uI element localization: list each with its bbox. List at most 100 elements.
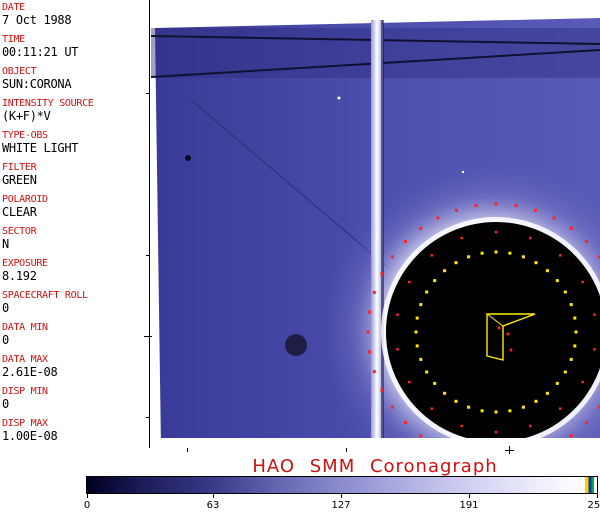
grid-marker: [529, 424, 532, 428]
grid-marker: [467, 405, 471, 409]
grid-marker: [559, 254, 562, 257]
datamin-value: 0: [2, 333, 9, 347]
grid-marker: [508, 251, 512, 255]
grid-marker: [415, 316, 419, 320]
grid-marker: [436, 216, 440, 220]
grid-marker: [430, 254, 433, 257]
grid-marker: [454, 208, 458, 212]
grid-marker: [545, 269, 549, 273]
grid-marker: [569, 434, 573, 438]
exposure-field: EXPOSURE 8.192: [2, 258, 48, 283]
colorbar[interactable]: [86, 476, 598, 494]
colorbar-tick-label: 63: [206, 500, 220, 511]
grid-marker: [480, 409, 484, 413]
time-value: 00:11:21 UT: [2, 45, 79, 59]
axis-tick: [146, 255, 150, 256]
colorbar-tick-mark: [341, 494, 342, 498]
grid-marker: [569, 357, 573, 361]
grid-marker: [460, 236, 463, 240]
grid-marker: [408, 280, 411, 284]
axis-tick: [144, 336, 152, 337]
typeobs-label: TYPE-OBS: [2, 130, 48, 141]
grid-marker: [581, 380, 584, 384]
grid-marker: [494, 230, 498, 234]
dispmax-label: DISP MAX: [2, 418, 48, 429]
grid-marker: [433, 279, 437, 283]
colorbar-end-swatch: [585, 477, 597, 493]
colorbar-tick-label: 127: [331, 500, 351, 511]
grid-marker: [419, 434, 423, 438]
dispmin-value: 0: [2, 397, 9, 411]
grid-marker: [454, 399, 458, 403]
datamin-field: DATA MIN 0: [2, 322, 48, 347]
coronagraph-image-panel[interactable]: [151, 0, 600, 448]
sector-field: SECTOR N: [2, 226, 37, 251]
datamax-field: DATA MAX 2.61E-08: [2, 354, 58, 379]
date-field: DATE 7 Oct 1988: [2, 2, 72, 27]
date-value: 7 Oct 1988: [2, 13, 72, 27]
typeobs-value: WHITE LIGHT: [2, 141, 79, 155]
grid-marker: [555, 279, 559, 283]
sector-label: SECTOR: [2, 226, 37, 237]
polaroid-value: CLEAR: [2, 205, 37, 219]
grid-marker: [443, 269, 447, 273]
colorbar-tick-mark: [469, 494, 470, 498]
grid-marker: [380, 388, 384, 392]
date-label: DATE: [2, 2, 25, 13]
grid-marker: [559, 407, 562, 410]
grid-marker: [390, 405, 394, 409]
grid-marker: [404, 240, 407, 243]
grid-marker: [414, 330, 418, 334]
grid-marker: [529, 236, 532, 240]
axis-tick: [146, 417, 150, 418]
grid-marker: [368, 310, 372, 314]
grid-marker: [443, 391, 447, 395]
grid-marker: [415, 344, 419, 348]
grid-marker: [430, 407, 433, 410]
axis-tick: [346, 448, 347, 452]
grid-marker: [380, 272, 384, 276]
grid-marker: [534, 208, 538, 212]
coronagraph-image: [151, 0, 600, 448]
grid-marker: [514, 204, 518, 208]
grid-marker: [593, 348, 596, 351]
grid-marker: [569, 303, 573, 307]
exposure-label: EXPOSURE: [2, 258, 48, 269]
exposure-value: 8.192: [2, 269, 37, 283]
grid-marker: [521, 255, 525, 259]
colorbar-tick-label: 191: [459, 500, 479, 511]
grid-marker: [419, 357, 423, 361]
metadata-sidebar: DATE 7 Oct 1988 TIME 00:11:21 UT OBJECT …: [0, 0, 150, 448]
grid-marker: [534, 399, 538, 403]
grid-marker: [425, 290, 429, 294]
time-field: TIME 00:11:21 UT: [2, 34, 78, 59]
datamax-label: DATA MAX: [2, 354, 48, 365]
grid-marker: [555, 381, 559, 385]
grid-marker: [467, 255, 471, 259]
dust-spot: [285, 334, 307, 356]
object-value: SUN:CORONA: [2, 77, 72, 91]
object-label: OBJECT: [2, 66, 37, 77]
filter-field: FILTER GREEN: [2, 162, 37, 187]
axis-tick: [505, 450, 514, 451]
grid-marker: [585, 240, 588, 243]
datamin-label: DATA MIN: [2, 322, 48, 333]
grid-marker: [404, 421, 407, 424]
datamax-value: 2.61E-08: [2, 365, 58, 379]
grid-marker: [366, 330, 370, 334]
dispmin-label: DISP MIN: [2, 386, 48, 397]
grid-marker: [368, 350, 372, 354]
filter-value: GREEN: [2, 173, 37, 187]
colorbar-tick-label: 255: [587, 500, 600, 511]
grid-marker: [419, 226, 423, 230]
grid-marker: [480, 251, 484, 255]
grid-marker: [508, 409, 512, 413]
intensity-field: INTENSITY SOURCE (K+F)*V: [2, 98, 94, 123]
colorbar-tick-label: 0: [83, 500, 91, 511]
dispmax-value: 1.00E-08: [2, 429, 58, 443]
grid-marker: [581, 280, 584, 284]
grid-marker: [396, 348, 399, 351]
grid-marker: [569, 226, 573, 230]
grid-marker: [372, 290, 376, 294]
colorbar-area: 0 63 127 191 255: [0, 474, 600, 512]
